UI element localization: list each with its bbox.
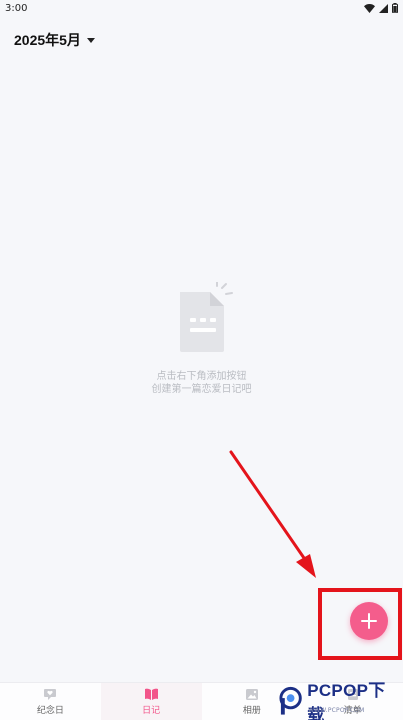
tab-anniversary[interactable]: 纪念日 [0,683,101,720]
status-time: 3:00 [5,2,28,14]
add-diary-button[interactable] [350,602,388,640]
empty-hint-line-1: 点击右下角添加按钮 [156,371,247,382]
heart-chat-icon [44,688,57,700]
caret-down-icon [86,38,95,43]
watermark-url: WWW.PCPOP.COM [308,707,365,714]
month-label: 2025年5月 [14,32,81,48]
plus-icon [361,613,377,629]
wifi-icon [364,3,375,13]
tab-diary[interactable]: 日记 [100,683,202,720]
pcpop-logo-icon [279,686,302,715]
status-bar: 3:00 [0,0,403,16]
document-icon [179,282,233,352]
signal-icon [379,3,388,13]
status-icons [364,3,398,13]
empty-state: 点击右下角添加按钮 创建第一篇恋爱日记吧 [0,282,403,396]
tab-anniversary-label: 纪念日 [36,705,64,716]
book-icon [144,688,158,700]
month-picker[interactable]: 2025年5月 [14,30,95,50]
watermark: PCPOP下载 WWW.PCPOP.COM [278,681,400,720]
empty-hint-line-2: 创建第一篇恋爱日记吧 [151,384,252,395]
tab-diary-label: 日记 [142,705,161,716]
tab-album-label: 相册 [242,705,261,716]
battery-icon [392,3,398,13]
image-icon [245,688,258,700]
